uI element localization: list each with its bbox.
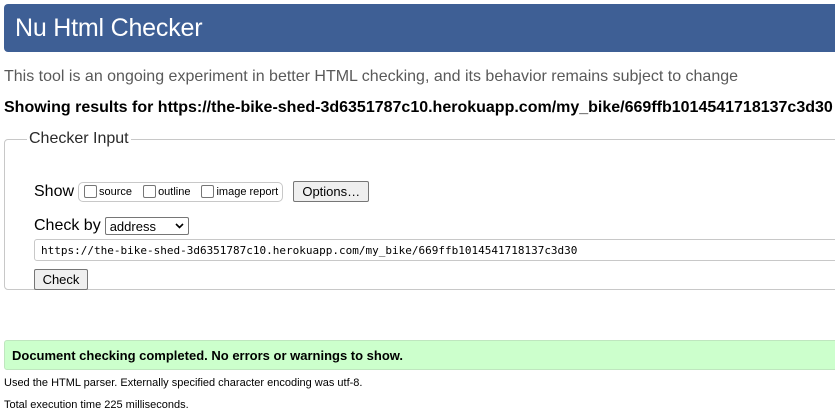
header-bar: Nu Html Checker: [4, 4, 835, 52]
chevron-down-icon: [175, 223, 184, 229]
show-label: Show: [34, 182, 75, 200]
results-heading: Showing results for https://the-bike-she…: [4, 99, 833, 116]
show-outline-option[interactable]: outline: [140, 185, 190, 198]
check-by-select[interactable]: address: [104, 217, 189, 235]
checker-input-legend: Checker Input: [29, 130, 129, 147]
source-checkbox-label: source: [99, 185, 133, 198]
parser-note: Used the HTML parser. Externally specifi…: [4, 377, 363, 389]
success-message: Document checking completed. No errors o…: [4, 340, 835, 370]
show-row: Show source outline image report Options…: [34, 181, 370, 202]
execution-time: Total execution time 225 milliseconds.: [4, 399, 189, 411]
show-image-report-option[interactable]: image report: [198, 185, 278, 198]
checker-input-fieldset: Checker Input Show source outline image …: [4, 130, 835, 290]
check-button[interactable]: Check: [34, 269, 88, 290]
url-input[interactable]: https://the-bike-shed-3d6351787c10.herok…: [34, 239, 835, 261]
page-title: Nu Html Checker: [15, 14, 203, 42]
source-checkbox[interactable]: [84, 185, 98, 198]
outline-checkbox[interactable]: [143, 185, 157, 198]
outline-checkbox-label: outline: [158, 185, 191, 198]
show-source-option[interactable]: source: [81, 185, 132, 198]
check-by-selected-value: address: [109, 218, 156, 234]
show-options-group: source outline image report: [78, 181, 284, 202]
image-report-checkbox-label: image report: [216, 185, 279, 198]
check-by-label: Check by: [34, 217, 101, 234]
tagline: This tool is an ongoing experiment in be…: [4, 68, 739, 85]
check-by-row: Check by address: [34, 217, 189, 235]
image-report-checkbox[interactable]: [201, 185, 215, 198]
options-button[interactable]: Options…: [293, 181, 370, 202]
